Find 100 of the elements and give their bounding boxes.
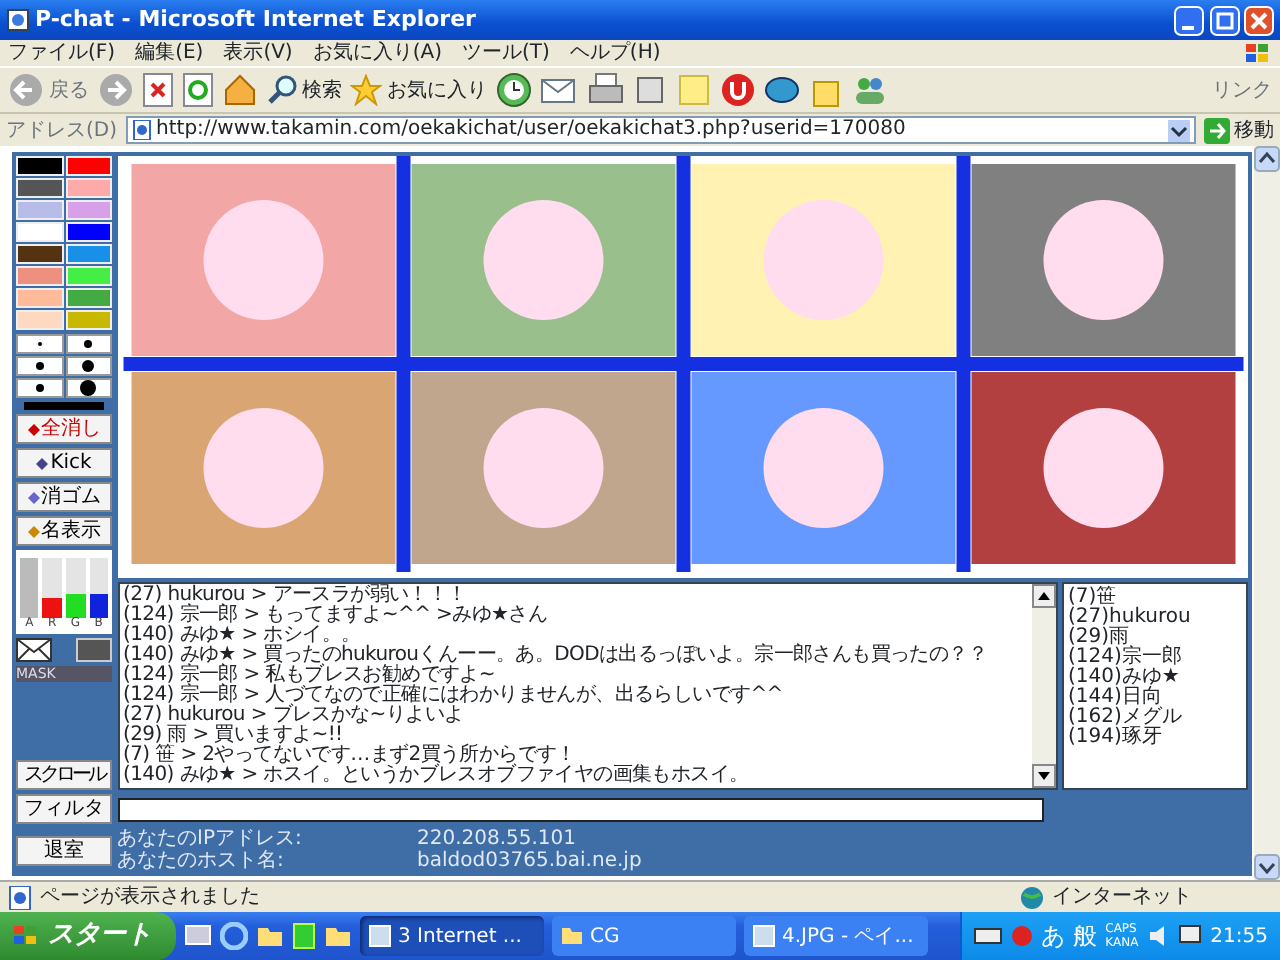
diamond-icon	[27, 525, 39, 537]
people-button[interactable]	[851, 72, 887, 108]
refresh-button[interactable]	[181, 72, 213, 108]
brush-size-button[interactable]	[65, 356, 112, 376]
magnifier-icon	[265, 74, 297, 106]
power-button[interactable]	[719, 72, 755, 108]
brush-size-button[interactable]	[65, 378, 112, 398]
menu-item[interactable]: 編集(E)	[135, 40, 204, 66]
color-swatch[interactable]	[65, 244, 112, 264]
minimize-button[interactable]	[1174, 5, 1204, 35]
color-swatch[interactable]	[16, 178, 63, 198]
square-button[interactable]	[631, 72, 667, 108]
color-swatch[interactable]	[65, 288, 112, 308]
page-icon	[131, 120, 152, 140]
chat-message: (7) 笹 > 2やってないです…まず2買う所からです！	[123, 746, 576, 766]
color-swatch[interactable]	[65, 266, 112, 286]
slider-fill[interactable]	[89, 594, 108, 618]
favorites-button[interactable]: お気に入り	[350, 74, 487, 106]
page-icon	[8, 885, 32, 909]
folder-icon	[560, 924, 584, 948]
taskbar-button[interactable]: 4.JPG - ペイ...	[744, 916, 928, 956]
color-swatch[interactable]	[65, 222, 112, 242]
user-entry[interactable]: (7)笹	[1068, 588, 1242, 608]
menu-item[interactable]: ファイル(F)	[8, 40, 116, 66]
menu-item[interactable]: ヘルプ(H)	[569, 40, 661, 66]
tool-button[interactable]: Kick	[16, 448, 112, 478]
mask-swatch-icon	[76, 638, 112, 662]
color-swatch[interactable]	[16, 266, 63, 286]
home-button[interactable]	[221, 72, 257, 108]
scroll-button[interactable]: スクロール	[16, 760, 112, 790]
dot-icon	[80, 380, 97, 396]
color-swatch[interactable]	[16, 222, 63, 242]
chat-message: (27) hukurou > ブレスかな~りよいよ	[123, 706, 466, 726]
windows-flag-icon	[12, 924, 40, 948]
links-button[interactable]: リンク	[1212, 75, 1272, 105]
block-icon[interactable]	[292, 922, 316, 950]
user-entry[interactable]: (140)みゆ★	[1068, 668, 1242, 688]
color-swatch[interactable]	[16, 310, 63, 330]
color-swatch[interactable]	[65, 310, 112, 330]
chat-message: (124) 宗一郎 > 人づてなので正確にはわかりませんが、出るらしいです^^	[123, 686, 785, 706]
tool-button[interactable]: 消ゴム	[16, 482, 112, 512]
color-swatch[interactable]	[65, 200, 112, 220]
chat-message: (124) 宗一郎 > もってますよ~^^ >みゆ★さん	[123, 606, 550, 626]
chat-message: (140) みゆ★ > ホシイ。。	[123, 626, 361, 646]
folder-icon[interactable]	[256, 922, 284, 950]
address-label: アドレス(D)	[6, 117, 118, 145]
printer-button[interactable]	[587, 72, 623, 108]
star-icon	[350, 74, 382, 106]
slider-fill[interactable]	[65, 594, 86, 618]
history-clock-button[interactable]	[495, 72, 531, 108]
window-icon	[752, 924, 776, 948]
info-label: あなたのホスト名:	[117, 850, 286, 872]
user-entry[interactable]: (162)メグル	[1068, 708, 1242, 728]
message-input-field[interactable]	[117, 797, 1043, 821]
slider-fill[interactable]	[42, 597, 62, 618]
close-button[interactable]	[1244, 5, 1274, 35]
menu-item[interactable]: 表示(V)	[223, 40, 293, 66]
brush-size-button[interactable]	[65, 334, 112, 354]
filter-button[interactable]: フィルタ	[16, 794, 112, 824]
maximize-button[interactable]	[1209, 5, 1239, 35]
color-swatch[interactable]	[16, 156, 63, 176]
address-field[interactable]: http://www.takamin.com/oekakichat/user/oekakichat3.php?userid=170080	[125, 116, 1195, 144]
diamond-icon	[27, 491, 39, 503]
search-button[interactable]: 検索	[265, 74, 342, 106]
color-swatch[interactable]	[65, 156, 112, 176]
taskbar-button[interactable]: CG	[552, 916, 736, 956]
back-button[interactable]: 戻る	[8, 72, 89, 108]
menu-item[interactable]: ツール(T)	[462, 40, 550, 66]
exit-button[interactable]: 退室	[16, 835, 112, 865]
diamond-icon	[36, 457, 49, 469]
brush-size-button[interactable]	[16, 356, 63, 376]
user-entry[interactable]: (124)宗一郎	[1068, 648, 1242, 668]
chat-message: (29) 雨 > 買いますよ~!!	[123, 726, 343, 746]
folder-icon[interactable]	[324, 922, 352, 950]
dot-icon	[82, 360, 95, 372]
go-button[interactable]: 移動	[1203, 115, 1274, 145]
chat-message: (140) みゆ★ > ホスイ。というかブレスオブファイヤの画集もホスイ。	[123, 766, 751, 786]
menu-item[interactable]: お気に入り(A)	[312, 40, 442, 66]
slider-fill[interactable]	[20, 558, 39, 618]
user-entry[interactable]: (144)日向	[1068, 688, 1242, 708]
keyboard-icon[interactable]	[973, 926, 1002, 946]
tool-button[interactable]: 全消し	[16, 414, 112, 444]
tool-button[interactable]: 名表示	[16, 516, 112, 546]
user-entry[interactable]: (194)琢牙	[1068, 728, 1242, 748]
chat-scrollbar[interactable]	[1031, 584, 1055, 788]
user-entry[interactable]: (29)雨	[1068, 628, 1242, 648]
stop-button[interactable]	[141, 72, 173, 108]
globe-button[interactable]	[763, 72, 799, 108]
brush-size-button[interactable]	[16, 378, 63, 398]
taskbar-button[interactable]: 3 Internet ...	[360, 916, 544, 956]
color-swatch[interactable]	[65, 178, 112, 198]
color-swatch[interactable]	[16, 244, 63, 264]
color-swatch[interactable]	[16, 288, 63, 308]
user-entry[interactable]: (27)hukurou	[1068, 608, 1242, 628]
desktop-icon[interactable]	[184, 922, 212, 950]
color-swatch[interactable]	[16, 200, 63, 220]
page-scrollbar[interactable]	[1254, 146, 1280, 880]
monitor-icon[interactable]	[1178, 924, 1203, 948]
info-value: baldod03765.bai.ne.jp	[417, 850, 642, 872]
zone-label: インターネット	[1052, 884, 1194, 912]
